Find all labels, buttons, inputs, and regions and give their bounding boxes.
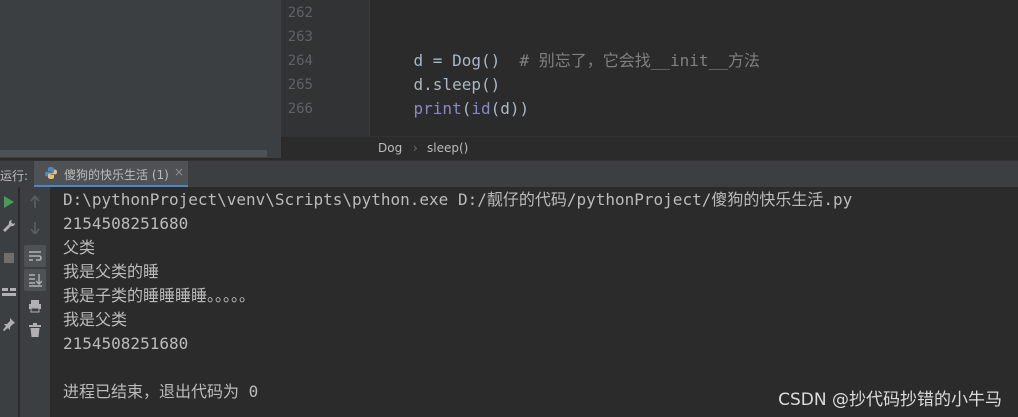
print-button[interactable] (26, 297, 44, 315)
edit-config-button[interactable] (0, 217, 18, 235)
soft-wrap-button[interactable] (24, 245, 46, 267)
line-number: 264 (287, 53, 313, 69)
code-paren: ( (461, 99, 472, 118)
trash-icon (29, 323, 41, 337)
line-number: 263 (287, 29, 313, 45)
console-line: 2154508251680 (63, 214, 189, 233)
scroll-end-icon (29, 274, 42, 287)
wrench-icon (3, 219, 16, 232)
scroll-up-button[interactable] (26, 193, 44, 211)
breadcrumb-item-sleep[interactable]: sleep() (427, 141, 468, 155)
console-output[interactable]: D:\pythonProject\venv\Scripts\python.exe… (50, 187, 1018, 417)
project-panel (0, 0, 281, 158)
arrow-down-icon (30, 222, 40, 235)
layout-icon (2, 288, 16, 296)
code-text: (d)) (490, 99, 530, 118)
breadcrumb: Dog › sleep() (281, 136, 1018, 159)
scroll-to-end-button[interactable] (24, 269, 46, 291)
run-toolbar-primary (0, 187, 18, 417)
breadcrumb-item-dog[interactable]: Dog (378, 141, 402, 155)
line-number: 262 (287, 5, 313, 21)
play-icon (4, 196, 14, 208)
console-line: 父类 (63, 238, 96, 257)
wrap-icon (29, 251, 42, 261)
arrow-up-icon (30, 195, 40, 208)
layout-button[interactable] (0, 283, 18, 301)
run-tool-window-header: 运行: 傻狗的快乐生活 (1) × (0, 160, 1018, 188)
close-icon[interactable]: × (174, 165, 184, 179)
line-number: 265 (287, 77, 313, 93)
console-line: 2154508251680 (63, 334, 189, 353)
console-exit-line: 进程已结束，退出代码为 0 (63, 382, 259, 401)
console-line: 我是父类的睡 (63, 262, 160, 281)
code-comment: # 别忘了，它会找__init__方法 (519, 51, 760, 70)
code-line-265[interactable]: print(id(d)) (375, 73, 530, 145)
scroll-down-button[interactable] (26, 219, 44, 237)
python-icon (45, 167, 57, 179)
stop-button[interactable] (0, 249, 18, 267)
pin-button[interactable] (0, 315, 18, 333)
run-tab-label: 傻狗的快乐生活 (1) (64, 168, 169, 182)
run-toolbar-secondary (20, 187, 50, 417)
console-line: 我是子类的睡睡睡睡。。。。。 (63, 286, 256, 305)
stop-icon (4, 253, 14, 263)
console-line: 我是父类 (63, 310, 128, 329)
pin-icon (3, 318, 15, 331)
clear-all-button[interactable] (26, 321, 44, 339)
builtin-print: print (413, 99, 462, 118)
rerun-button[interactable] (0, 193, 18, 211)
run-title: 运行: (0, 169, 29, 183)
watermark: CSDN @抄代码抄错的小牛马 (778, 390, 1002, 410)
builtin-id: id (471, 99, 491, 118)
line-number: 266 (287, 101, 313, 117)
horizontal-scrollbar[interactable] (0, 150, 267, 157)
console-line: D:\pythonProject\venv\Scripts\python.exe… (63, 190, 853, 209)
run-tab[interactable]: 傻狗的快乐生活 (1) × (34, 161, 188, 188)
code-editor[interactable]: d = Dog() # 别忘了，它会找__init__方法 d.sleep() … (370, 0, 1018, 136)
printer-icon (29, 300, 41, 313)
line-number-gutter: 262 263 264 265 266 (281, 0, 370, 136)
breadcrumb-separator: › (413, 141, 418, 155)
